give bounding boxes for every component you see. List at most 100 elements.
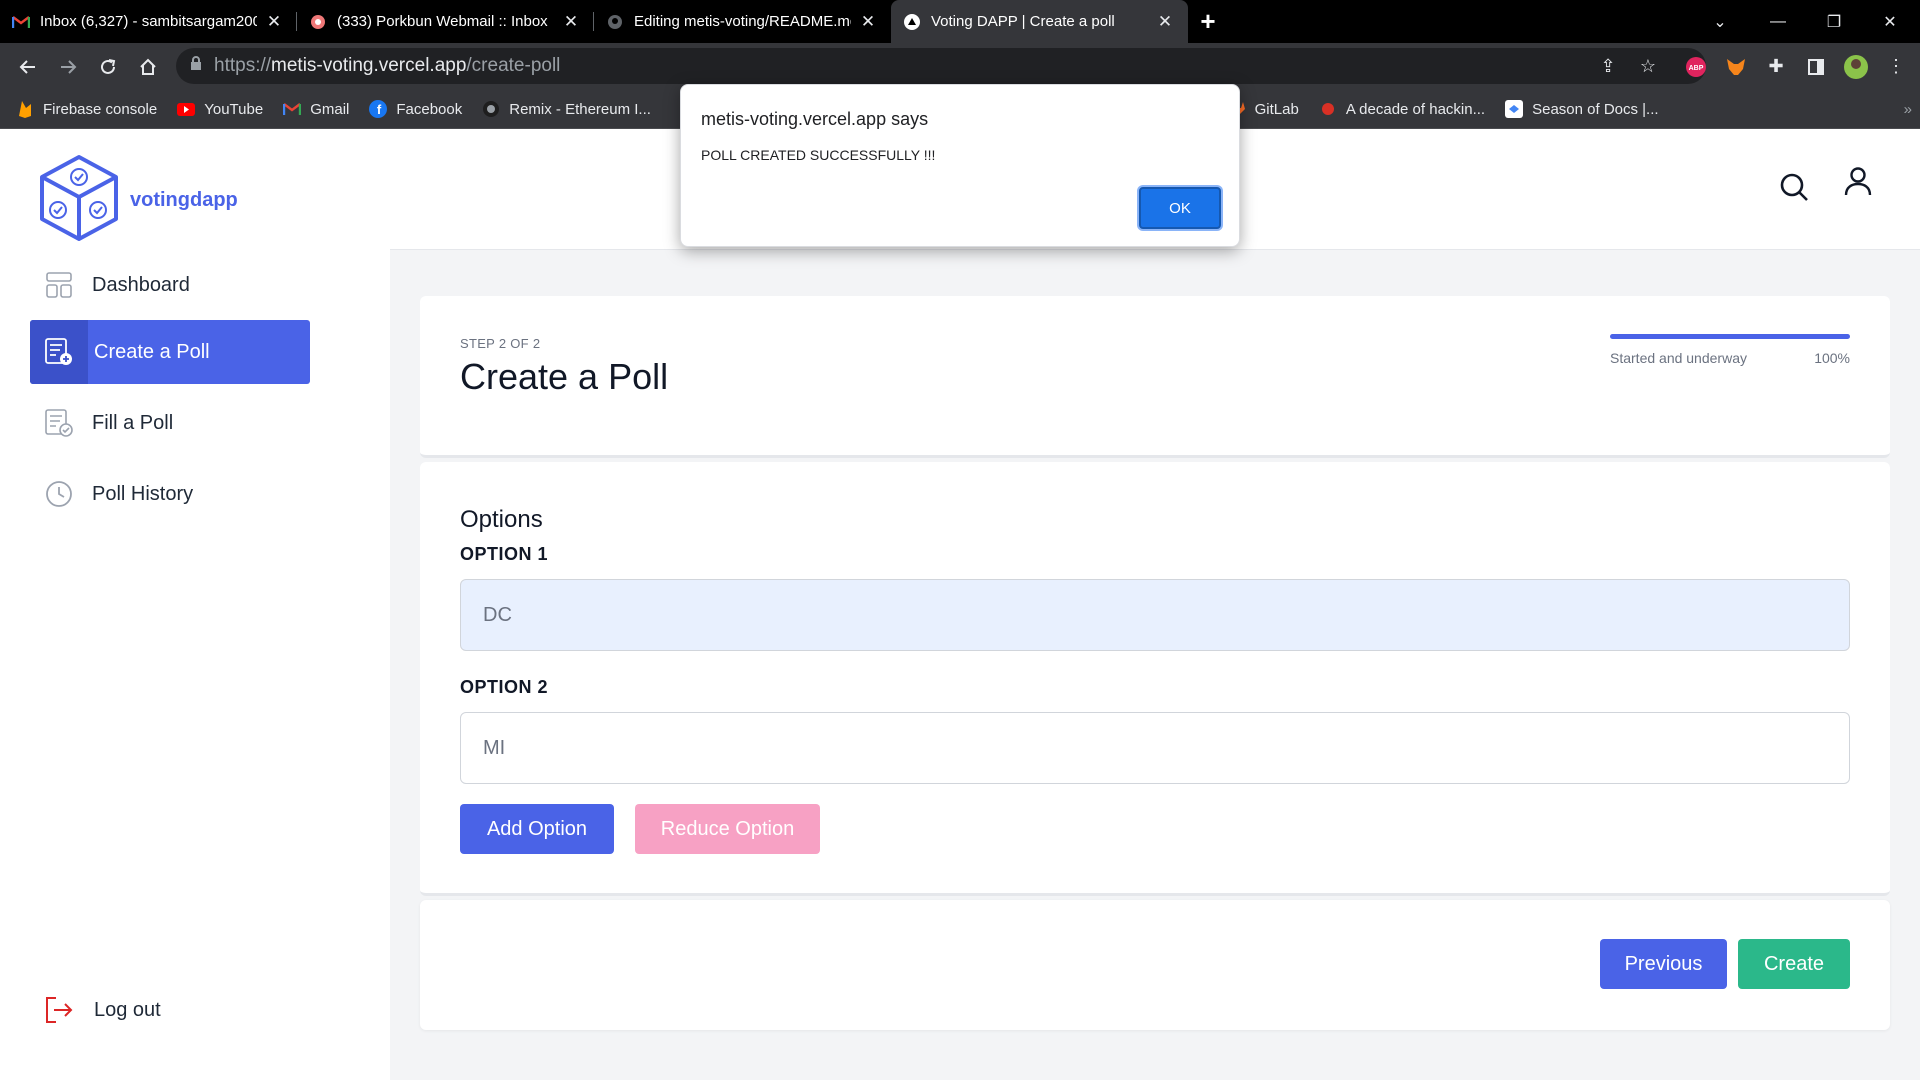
brand-name: votingdapp	[130, 189, 238, 211]
progress-fill	[1610, 334, 1850, 339]
url-host: metis-voting.vercel.app	[271, 55, 467, 76]
actions-card: Previous Create	[420, 900, 1890, 1030]
bookmark-gmail[interactable]: Gmail	[283, 100, 349, 118]
tab-title: Editing metis-voting/README.md	[634, 13, 851, 30]
sidebar-item-create-poll[interactable]: Create a Poll	[30, 320, 310, 384]
close-window-icon[interactable]: ✕	[1862, 0, 1918, 43]
tab-close-icon[interactable]: ✕	[560, 12, 582, 32]
page-title: Create a Poll	[460, 356, 669, 397]
bookmark-label: YouTube	[204, 100, 264, 118]
option-1-input[interactable]	[460, 579, 1850, 651]
bookmark-label: Gmail	[310, 100, 350, 118]
user-icon[interactable]	[1840, 163, 1876, 199]
bookmark-label: A decade of hackin...	[1345, 100, 1486, 118]
fill-poll-icon	[44, 408, 74, 438]
sidebar-item-label: Fill a Poll	[92, 411, 174, 434]
browser-tab-github[interactable]: Editing metis-voting/README.md ✕	[594, 0, 891, 43]
browser-tab-porkbun[interactable]: (333) Porkbun Webmail :: Inbox ✕	[297, 0, 594, 43]
bookmark-remix[interactable]: Remix - Ethereum I...	[482, 100, 651, 118]
bookmark-label: GitLab	[1254, 100, 1299, 118]
add-option-button[interactable]: Add Option	[460, 804, 614, 854]
restore-icon[interactable]: ❐	[1806, 0, 1862, 43]
tab-title: Inbox (6,327) - sambitsargam200	[40, 13, 257, 30]
tab-close-icon[interactable]: ✕	[857, 12, 879, 32]
sidepanel-icon[interactable]	[1796, 47, 1836, 87]
dialog-message: POLL CREATED SUCCESSFULLY !!!	[701, 147, 936, 163]
create-button[interactable]: Create	[1738, 939, 1850, 989]
sidebar-item-label: Poll History	[92, 482, 194, 505]
sidebar-item-label: Dashboard	[92, 273, 190, 296]
gmail-icon	[283, 100, 302, 118]
history-icon	[44, 479, 74, 509]
url-scheme: https://	[214, 55, 272, 76]
site-icon	[1319, 100, 1337, 118]
sidebar-item-fill-poll[interactable]: Fill a Poll	[30, 391, 310, 455]
google-icon	[1505, 100, 1524, 118]
minimize-icon[interactable]: —	[1750, 0, 1806, 43]
svg-text:ABP: ABP	[1689, 65, 1704, 72]
logout-button[interactable]: Log out	[44, 996, 161, 1024]
home-icon[interactable]	[128, 47, 168, 87]
bookmark-decade-hacking[interactable]: A decade of hackin...	[1319, 100, 1485, 118]
metamask-icon[interactable]	[1716, 47, 1756, 87]
tab-close-icon[interactable]: ✕	[1154, 12, 1176, 32]
bookmarks-overflow-icon[interactable]: »	[1904, 101, 1912, 118]
options-card: Options OPTION 1 OPTION 2 Add Option Red…	[420, 462, 1890, 896]
progress-bar	[1610, 334, 1850, 339]
bookmark-youtube[interactable]: YouTube	[177, 100, 263, 118]
new-tab-button[interactable]: +	[1188, 0, 1228, 43]
bookmark-label: Remix - Ethereum I...	[509, 100, 651, 118]
bookmark-firebase[interactable]: Firebase console	[16, 100, 157, 118]
porkbun-icon	[309, 13, 327, 31]
reload-icon[interactable]	[88, 47, 128, 87]
address-bar[interactable]: https://metis-voting.vercel.app/create-p…	[176, 48, 1706, 84]
search-icon[interactable]	[1776, 169, 1812, 205]
tab-close-icon[interactable]: ✕	[263, 12, 285, 32]
browser-tab-gmail[interactable]: Inbox (6,327) - sambitsargam200 ✕	[0, 0, 297, 43]
browser-menu-icon[interactable]: ⋮	[1876, 47, 1916, 87]
browser-tabbar: Inbox (6,327) - sambitsargam200 ✕ (333) …	[0, 0, 1920, 43]
logout-label: Log out	[94, 998, 161, 1021]
reduce-option-button[interactable]: Reduce Option	[635, 804, 820, 854]
bookmark-facebook[interactable]: f Facebook	[369, 100, 462, 118]
back-icon[interactable]	[8, 47, 48, 87]
github-icon	[606, 13, 624, 31]
extensions-icon[interactable]: ✚	[1756, 47, 1796, 87]
option-2-input[interactable]	[460, 712, 1850, 784]
progress-percent: 100%	[1814, 350, 1850, 366]
option-1-label: OPTION 1	[460, 544, 549, 564]
sidebar-item-dashboard[interactable]: Dashboard	[30, 253, 310, 317]
cube-logo-icon	[38, 154, 120, 247]
sidebar: votingdapp Dashboard Create a Poll Fill …	[0, 129, 390, 1080]
svg-text:f: f	[377, 102, 382, 117]
bookmark-label: Season of Docs |...	[1532, 100, 1659, 118]
sidebar-item-poll-history[interactable]: Poll History	[30, 462, 310, 526]
firebase-icon	[16, 100, 34, 118]
tab-title: Voting DAPP | Create a poll	[931, 13, 1115, 30]
sidebar-item-label: Create a Poll	[94, 340, 210, 363]
profile-avatar-icon[interactable]	[1836, 47, 1876, 87]
brand-logo[interactable]: votingdapp	[38, 154, 238, 247]
option-2-label: OPTION 2	[460, 677, 549, 697]
dashboard-icon	[44, 270, 74, 300]
facebook-icon: f	[369, 100, 388, 118]
bookmark-label: Facebook	[396, 100, 463, 118]
forward-icon[interactable]	[48, 47, 88, 87]
step-indicator: STEP 2 OF 2	[460, 336, 541, 351]
progress-label: Started and underway	[1610, 350, 1747, 366]
tab-search-icon[interactable]: ⌄	[1692, 0, 1748, 43]
share-icon[interactable]: ⇪	[1588, 47, 1628, 87]
bookmark-label: Firebase console	[43, 100, 158, 118]
lock-icon	[190, 55, 202, 77]
dialog-ok-button[interactable]: OK	[1139, 187, 1221, 229]
logout-icon	[44, 996, 74, 1024]
create-poll-icon	[30, 320, 88, 384]
bookmark-star-icon[interactable]: ☆	[1628, 47, 1668, 87]
browser-tab-voting-dapp[interactable]: Voting DAPP | Create a poll ✕	[891, 0, 1188, 43]
previous-button[interactable]: Previous	[1600, 939, 1727, 989]
bookmark-season-of-docs[interactable]: Season of Docs |...	[1505, 100, 1659, 118]
vercel-icon	[903, 13, 921, 31]
header-card: STEP 2 OF 2 Create a Poll Started and un…	[420, 296, 1890, 458]
dialog-title: metis-voting.vercel.app says	[701, 109, 929, 129]
adblock-icon[interactable]: ABP	[1676, 47, 1716, 87]
